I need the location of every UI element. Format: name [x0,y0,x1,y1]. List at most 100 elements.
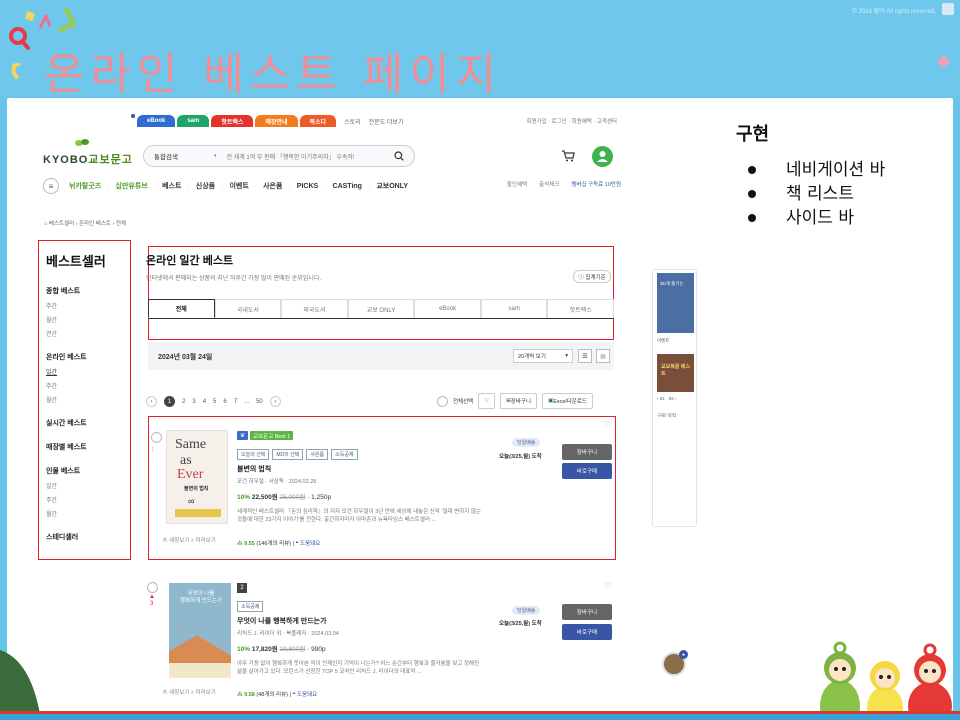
wishlist-heart-button[interactable]: ♡ [478,393,496,409]
nav-item-event[interactable]: 이벤트 [229,181,248,191]
preview-label: 미리보기 [195,538,216,544]
page-current[interactable]: 1 [164,396,175,407]
sidebar-item-person-monthly[interactable]: 월간 [46,509,130,518]
nav-item-only[interactable]: 교보ONLY [376,181,408,191]
tab-domestic[interactable]: 국내도서 [214,299,282,318]
sidebar-group-online[interactable]: 온라인 베스트 [46,352,130,362]
add-cart-button[interactable]: ⊞ 장바구니 [500,393,538,409]
search-input[interactable]: 전 세계 1억 부 판매 「행복한 이기주의자」 우속작! [227,152,394,161]
sidebar-item-overall-monthly[interactable]: 월간 [46,315,130,324]
select-all-icon[interactable] [437,395,448,407]
top-tab-hottracks[interactable]: 핫트랙스 [211,115,254,127]
book-title[interactable]: 무엇이 나를 행복하게 만드는가 [237,616,327,626]
heart-icon[interactable]: ♡ [604,582,611,591]
tab-foreign[interactable]: 외국도서 [281,299,348,318]
grid-view-icon[interactable]: ▦ [596,349,610,363]
nav-right-discount[interactable]: 할인혜택 [507,180,527,188]
nav-item-casting[interactable]: CASTing [333,183,362,190]
sidebar-group-overall[interactable]: 종합 베스트 [46,286,130,296]
sidebar-item-overall-weekly[interactable]: 주간 [46,301,130,310]
top-link-story[interactable]: 스토리 [344,117,361,126]
page-link[interactable]: 50 [256,399,263,405]
rail-label[interactable]: 구로/ 북적 [657,413,676,419]
nav-right-links: 할인혜택 출석체크 멤버십 구독료 10만원 [507,180,621,188]
kyobo-logo[interactable]: KYOBO교보문고 [43,151,133,167]
page-link[interactable]: 4 [203,399,206,405]
tab-sam[interactable]: sam [480,299,548,318]
tab-kyobo-only[interactable]: 교보 ONLY [347,299,415,318]
nav-item-new[interactable]: 신상품 [196,181,215,191]
top-link-more[interactable]: 전문도 더보기 [369,117,404,126]
review-count[interactable]: (48개의 리뷰) [256,692,288,698]
nav-item-0[interactable]: 뉘카탈굿즈 [69,181,101,191]
next-icon[interactable]: › [674,396,677,401]
per-page-select[interactable]: 20개씩 보기 ▾ [513,349,573,363]
helpful-link[interactable]: 도움돼요 [300,541,320,547]
page-link[interactable]: 2 [182,399,185,405]
menu-hamburger-icon[interactable]: ≡ [43,178,59,194]
rail-book-image[interactable]: 교보북클 베스트 [657,354,694,392]
select-all-label[interactable]: 전체선택 [453,397,473,405]
nav-item-picks[interactable]: PICKS [297,183,318,190]
rail-banner-text: 3D게 즐기는 [660,281,684,286]
page-link[interactable]: 3 [192,399,195,405]
sidebar-item-online-daily[interactable]: 일간 [46,367,130,376]
cart-button[interactable]: 장바구니 [562,604,612,620]
sidebar-group-steady[interactable]: 스테디셀러 [46,532,130,542]
preview-link[interactable]: ⇱ 새창보기 ⌕ 미리보기 [163,688,216,697]
search-icon[interactable] [394,151,404,161]
helpful-link[interactable]: 도움돼요 [297,692,317,698]
sidebar-item-online-monthly[interactable]: 월간 [46,395,130,404]
profile-avatar-icon[interactable] [592,146,613,167]
excel-download-button[interactable]: ▣ Excel다운로드 [542,393,593,409]
book-checkbox[interactable] [147,582,158,593]
cover-line: 행복하게 만드는가 [179,598,222,605]
list-view-icon[interactable]: ☰ [578,349,592,363]
sidebar-group-person[interactable]: 인물 베스트 [46,466,130,476]
prev-page-icon[interactable]: ‹ [146,396,157,407]
book-meta: 모건 하우절 · 서삼독 · 2024.02.28 [237,479,317,485]
tab-all[interactable]: 전체 [148,299,215,318]
page-link[interactable]: 7 [234,399,237,405]
cart-button[interactable]: 장바구니 [562,444,612,460]
rail-label[interactable]: 이벤트 [657,338,669,344]
heart-icon[interactable]: ♡ [604,420,611,429]
next-page-icon[interactable]: › [269,396,281,407]
book-cover-image[interactable]: Same as Ever 불변의 법칙 ∞ [166,430,228,524]
book-title[interactable]: 불변의 법칙 [237,464,271,474]
util-links[interactable]: 회원가입 · 로그인 · 회원혜택 · 고객센터 [526,117,617,125]
cover-text: Ever [177,467,204,482]
nav-right-attendance[interactable]: 출석체크 [539,180,559,188]
breadcrumb-text[interactable]: 베스트셀러 › 온라인 베스트 › 전체 [49,221,126,227]
nav-right-membership[interactable]: 멤버십 구독료 10만원 [571,180,621,188]
book-checkbox[interactable] [151,432,162,443]
nav-item-best[interactable]: 베스트 [162,181,181,191]
review-count[interactable]: (146개의 리뷰) [256,541,291,547]
page-link[interactable]: 5 [213,399,216,405]
sidebar-item-person-daily[interactable]: 일간 [46,481,130,490]
bullet-icon [748,214,756,222]
tab-ebook[interactable]: eBook [414,299,481,318]
sidebar-item-overall-yearly[interactable]: 연간 [46,329,130,338]
tab-hottracks[interactable]: 핫트랙스 [547,299,615,318]
preview-link[interactable]: ⇱ 새창보기 ⌕ 미리보기 [163,536,216,545]
search-bar[interactable]: 통합검색 ▾ 전 세계 1억 부 판매 「행복한 이기주의자」 우속작! [143,145,415,167]
top-tab-ebook[interactable]: eBook [137,115,176,127]
book-cover-image[interactable]: 무엇이 나를 행복하게 만드는가 [169,583,231,678]
nav-item-1[interactable]: 십만유튜브 [116,181,148,191]
criteria-button[interactable]: ⓘ 집계기준 [573,270,611,283]
sidebar-item-online-weekly[interactable]: 주간 [46,381,130,390]
sidebar-group-store[interactable]: 매장별 베스트 [46,442,130,452]
sidebar-item-person-weekly[interactable]: 주간 [46,495,130,504]
buy-now-button[interactable]: 바로구매 [562,463,612,479]
cart-icon[interactable] [561,150,575,162]
search-category-select[interactable]: 통합검색 [154,151,214,161]
top-tab-booksoda[interactable]: 북소다 [299,115,337,127]
nav-item-gift[interactable]: 사은품 [263,181,282,191]
sidebar-group-realtime[interactable]: 실시간 베스트 [46,418,130,428]
rail-banner-image[interactable]: 3D게 즐기는 [657,273,694,333]
top-tab-sam[interactable]: sam [177,115,210,127]
top-tab-store[interactable]: 매장안내 [255,115,298,127]
page-link[interactable]: 6 [223,399,226,405]
buy-now-button[interactable]: 바로구매 [562,624,612,640]
